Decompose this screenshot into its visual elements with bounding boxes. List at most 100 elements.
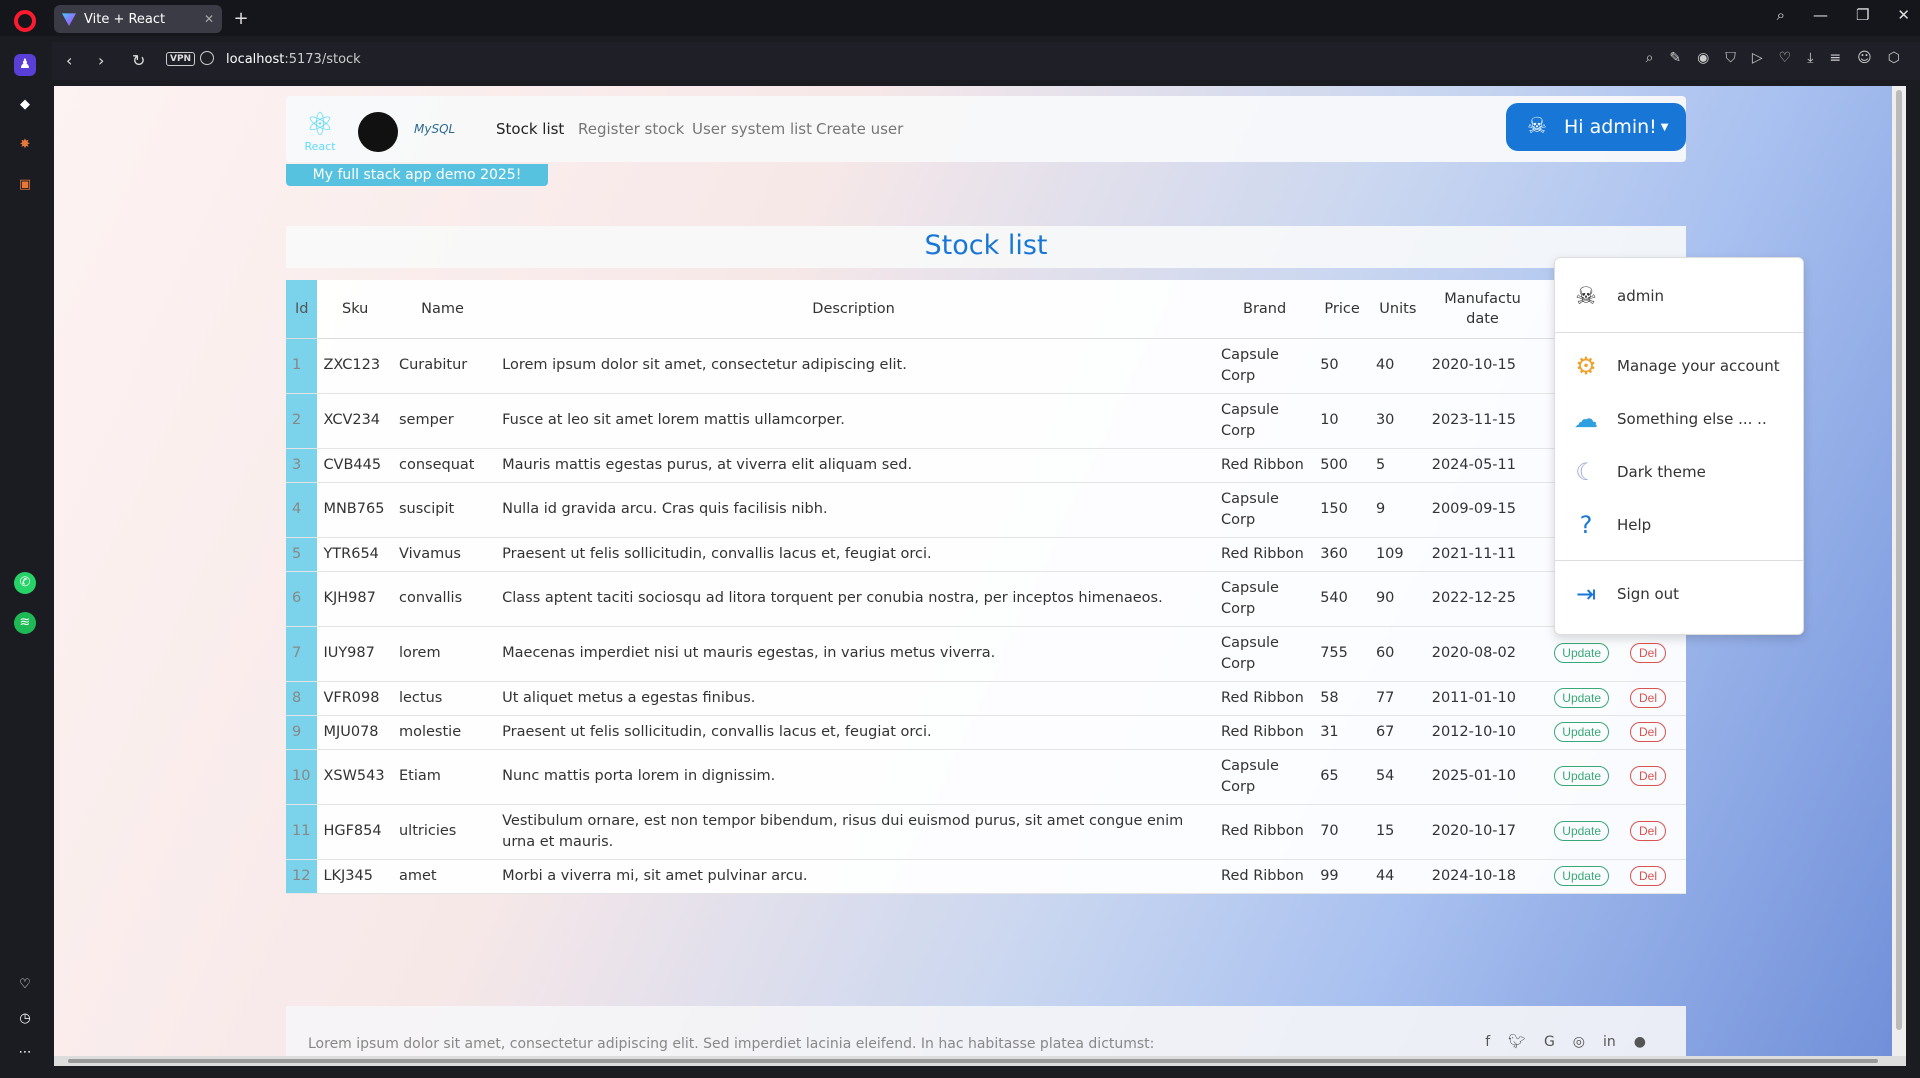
- extensions-icon[interactable]: ⬡: [1888, 50, 1900, 66]
- horizontal-scrollbar[interactable]: [54, 1056, 1906, 1066]
- dropdown-dark-theme[interactable]: ☾ Dark theme: [1555, 452, 1803, 492]
- cell-price: 10: [1314, 393, 1370, 449]
- delete-button[interactable]: Del: [1629, 821, 1666, 841]
- cell-date: 2020-08-02: [1425, 626, 1540, 682]
- shield-icon[interactable]: ⛉: [1725, 50, 1736, 66]
- forward-icon[interactable]: ›: [98, 51, 104, 70]
- update-button[interactable]: Update: [1554, 643, 1609, 663]
- menu-icon[interactable]: ≡: [1829, 50, 1841, 66]
- minimize-icon[interactable]: —: [1813, 6, 1828, 24]
- footer-social-icons: f 🐦︎ G ◎ in ●: [1485, 1034, 1646, 1050]
- github-icon[interactable]: ●: [1634, 1034, 1646, 1050]
- cell-price: 58: [1314, 681, 1370, 716]
- mysql-logo: MySQL: [414, 122, 456, 136]
- cell-brand: Red Ribbon: [1215, 681, 1315, 716]
- facebook-icon[interactable]: f: [1485, 1034, 1490, 1050]
- google-icon[interactable]: G: [1544, 1034, 1555, 1050]
- camera-icon[interactable]: ◉: [1697, 50, 1709, 66]
- instagram-icon[interactable]: ◎: [1573, 1034, 1585, 1050]
- cell-id: 6: [286, 571, 318, 627]
- close-tab-icon[interactable]: ✕: [204, 12, 214, 26]
- cell-name: lorem: [392, 626, 493, 682]
- heart-icon[interactable]: ♡: [1779, 50, 1792, 66]
- opera-logo-icon[interactable]: [14, 10, 36, 32]
- whatsapp-icon[interactable]: ✆: [14, 572, 36, 594]
- demo-badge: My full stack app demo 2025!: [286, 164, 548, 186]
- download-icon[interactable]: ⤓: [1807, 50, 1813, 66]
- cell-name: Vivamus: [392, 537, 493, 572]
- search-icon[interactable]: ⌕: [1777, 6, 1785, 24]
- cell-units: 40: [1369, 338, 1426, 394]
- cell-sku: IUY987: [317, 626, 393, 682]
- close-window-icon[interactable]: ✕: [1897, 6, 1910, 24]
- cell-delete: Del: [1623, 715, 1686, 750]
- dropdown-manage-account[interactable]: ⚙ Manage your account: [1555, 346, 1803, 386]
- nav-create-user[interactable]: Create user: [816, 120, 903, 138]
- reload-icon[interactable]: ↻: [132, 51, 145, 70]
- dropdown-sign-out[interactable]: ⇥ Sign out: [1555, 574, 1803, 614]
- app-navbar: ⚛ React MySQL Stock list Register stock …: [286, 96, 1686, 162]
- url-field[interactable]: localhost:5173/stock: [226, 52, 361, 67]
- user-menu-button[interactable]: ☠ Hi admin! ▼: [1506, 103, 1686, 151]
- delete-button[interactable]: Del: [1629, 643, 1666, 663]
- horizontal-scroll-thumb[interactable]: [68, 1059, 1878, 1063]
- page-viewport: ⚛ React MySQL Stock list Register stock …: [54, 86, 1906, 1066]
- delete-button[interactable]: Del: [1629, 865, 1666, 886]
- browser-tab[interactable]: Vite + React ✕: [54, 5, 222, 33]
- cell-price: 50: [1314, 338, 1370, 394]
- cell-price: 500: [1314, 448, 1370, 483]
- twitter-icon[interactable]: 🐦︎: [1508, 1034, 1526, 1050]
- url-path: :5173/stock: [284, 52, 361, 67]
- edit-icon[interactable]: ✎: [1669, 50, 1681, 66]
- profile-icon[interactable]: ☺: [1857, 50, 1872, 66]
- nav-user-system-list[interactable]: User system list: [692, 120, 812, 138]
- workspace-icon-1[interactable]: ◆: [14, 94, 36, 116]
- cell-price: 65: [1314, 749, 1370, 805]
- linkedin-icon[interactable]: in: [1603, 1034, 1616, 1050]
- update-button[interactable]: Update: [1554, 766, 1609, 786]
- delete-button[interactable]: Del: [1629, 687, 1666, 708]
- dropdown-user[interactable]: ☠ admin: [1555, 276, 1803, 316]
- workspace-icon-3[interactable]: ▣: [14, 174, 36, 196]
- favorites-icon[interactable]: ♡: [14, 974, 36, 996]
- delete-button[interactable]: Del: [1629, 766, 1666, 786]
- cell-date: 2025-01-10: [1425, 749, 1540, 805]
- update-button[interactable]: Update: [1554, 865, 1609, 886]
- cell-price: 99: [1314, 859, 1370, 894]
- find-icon[interactable]: ⌕: [1646, 50, 1654, 66]
- play-icon[interactable]: ▷: [1752, 50, 1763, 66]
- cell-date: 2022-12-25: [1425, 571, 1540, 627]
- cell-units: 5: [1369, 448, 1426, 483]
- user-avatar-icon: ☠: [1575, 282, 1597, 310]
- aria-icon[interactable]: ♟: [14, 54, 36, 76]
- cell-brand: Capsule Corp: [1215, 626, 1315, 682]
- nav-stock-list[interactable]: Stock list: [496, 120, 564, 138]
- cell-id: 12: [286, 859, 318, 894]
- dropdown-help[interactable]: ? Help: [1555, 505, 1803, 545]
- user-dropdown-menu: ☠ admin ⚙ Manage your account ☁ Somethin…: [1554, 257, 1804, 635]
- cell-name: convallis: [392, 571, 493, 627]
- vpn-badge[interactable]: VPN: [166, 52, 196, 66]
- more-icon[interactable]: ⋯: [14, 1042, 36, 1064]
- new-tab-button[interactable]: +: [230, 8, 252, 29]
- cell-name: lectus: [392, 681, 493, 716]
- cell-name: molestie: [392, 715, 493, 750]
- window-controls: ⌕ — ❐ ✕: [1777, 6, 1910, 24]
- restore-icon[interactable]: ❐: [1856, 6, 1869, 24]
- dropdown-something-else[interactable]: ☁ Something else ... ..: [1555, 399, 1803, 439]
- spotify-icon[interactable]: ≋: [14, 612, 36, 634]
- back-icon[interactable]: ‹: [66, 51, 72, 70]
- cell-name: amet: [392, 859, 493, 894]
- update-button[interactable]: Update: [1554, 721, 1609, 742]
- vertical-scrollbar[interactable]: [1892, 86, 1906, 1066]
- nav-register-stock[interactable]: Register stock: [578, 120, 684, 138]
- cell-date: 2020-10-17: [1425, 804, 1540, 860]
- delete-button[interactable]: Del: [1629, 721, 1666, 742]
- url-host: localhost: [226, 52, 285, 67]
- workspace-icon-2[interactable]: ✸: [14, 134, 36, 156]
- title-bar: Stock list: [286, 226, 1686, 268]
- update-button[interactable]: Update: [1554, 687, 1609, 708]
- update-button[interactable]: Update: [1554, 821, 1609, 841]
- history-icon[interactable]: ◷: [14, 1008, 36, 1030]
- vertical-scroll-thumb[interactable]: [1896, 90, 1902, 1030]
